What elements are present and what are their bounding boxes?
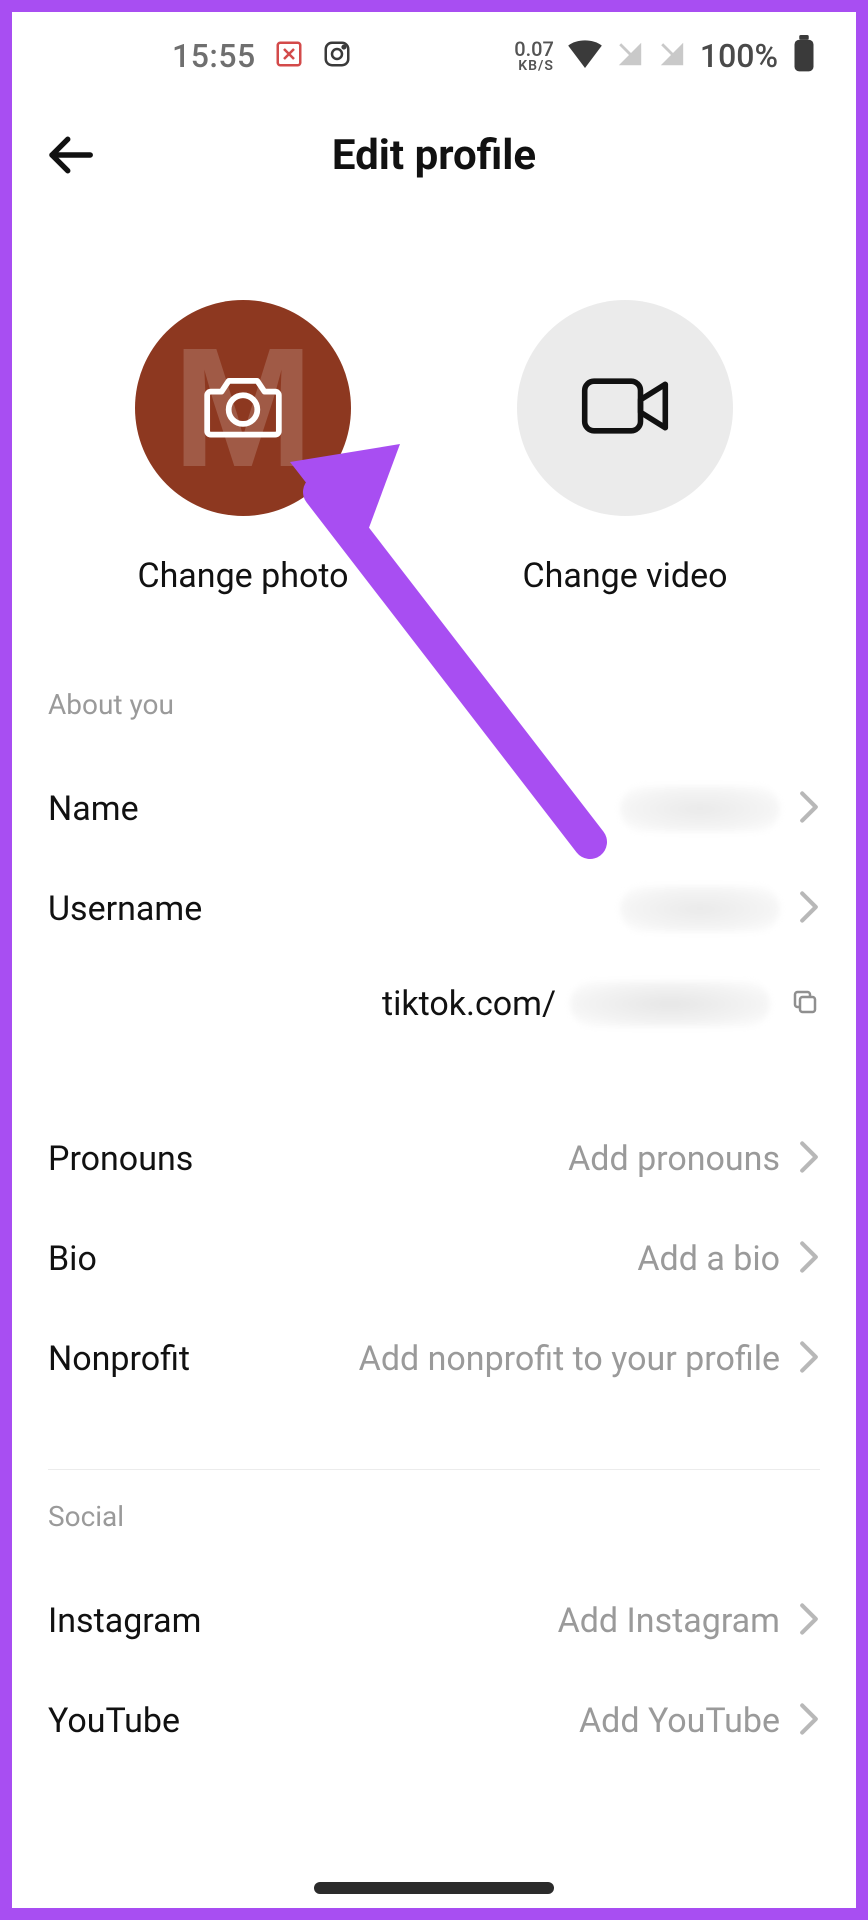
chevron-right-icon	[798, 1340, 820, 1378]
chevron-right-icon	[798, 1602, 820, 1640]
instagram-value: Add Instagram	[558, 1601, 780, 1641]
bio-label: Bio	[48, 1239, 97, 1279]
chevron-right-icon	[798, 790, 820, 828]
sim2-icon	[658, 40, 686, 72]
back-button[interactable]	[40, 125, 100, 185]
instagram-row[interactable]: Instagram Add Instagram	[48, 1571, 820, 1671]
sim1-icon	[616, 40, 644, 72]
change-photo-item[interactable]: M Change photo	[135, 300, 351, 596]
copy-icon[interactable]	[790, 987, 820, 1021]
social-section-header: Social	[48, 1500, 820, 1533]
page-title: Edit profile	[332, 131, 536, 180]
device-frame: 15:55 0.07 KB/S	[0, 0, 868, 1920]
battery-icon	[792, 35, 816, 77]
network-speed: 0.07 KB/S	[514, 39, 554, 73]
chevron-right-icon	[798, 890, 820, 928]
tiktok-link-row[interactable]: tiktok.com/	[48, 959, 820, 1049]
home-indicator[interactable]	[314, 1882, 554, 1894]
status-right: 0.07 KB/S 100%	[514, 35, 816, 77]
app-header: Edit profile	[12, 100, 856, 210]
pronouns-row[interactable]: Pronouns Add pronouns	[48, 1109, 820, 1209]
youtube-label: YouTube	[48, 1701, 180, 1741]
section-divider	[48, 1469, 820, 1470]
about-section: About you Name Username tiktok.com/	[12, 688, 856, 1409]
screenshot-icon	[274, 39, 304, 73]
name-value-redacted	[620, 786, 780, 832]
camera-icon	[200, 370, 286, 446]
status-bar: 15:55 0.07 KB/S	[12, 12, 856, 100]
change-photo-label: Change photo	[137, 556, 348, 596]
youtube-row[interactable]: YouTube Add YouTube	[48, 1671, 820, 1771]
media-row: M Change photo Change vid	[12, 300, 856, 596]
pronouns-value: Add pronouns	[568, 1139, 780, 1179]
video-circle[interactable]	[517, 300, 733, 516]
social-section: Social Instagram Add Instagram YouTube A…	[12, 1500, 856, 1771]
about-section-header: About you	[48, 688, 820, 721]
status-time: 15:55	[172, 37, 256, 75]
chevron-right-icon	[798, 1240, 820, 1278]
username-label: Username	[48, 889, 202, 929]
chevron-right-icon	[798, 1702, 820, 1740]
tiktok-url-prefix: tiktok.com/	[382, 984, 556, 1024]
nonprofit-value: Add nonprofit to your profile	[359, 1339, 780, 1379]
name-label: Name	[48, 789, 139, 829]
bio-row[interactable]: Bio Add a bio	[48, 1209, 820, 1309]
video-icon	[581, 375, 669, 441]
username-value-redacted	[620, 886, 780, 932]
youtube-value: Add YouTube	[579, 1701, 780, 1741]
chevron-right-icon	[798, 1140, 820, 1178]
bio-value: Add a bio	[637, 1239, 780, 1279]
nonprofit-label: Nonprofit	[48, 1339, 190, 1379]
change-video-label: Change video	[522, 556, 727, 596]
change-video-item[interactable]: Change video	[517, 300, 733, 596]
pronouns-label: Pronouns	[48, 1139, 193, 1179]
name-row[interactable]: Name	[48, 759, 820, 859]
battery-percent: 100%	[700, 37, 778, 75]
username-row[interactable]: Username	[48, 859, 820, 959]
status-left: 15:55	[172, 37, 352, 75]
tiktok-url-redacted	[570, 981, 770, 1027]
instagram-status-icon	[322, 39, 352, 73]
nonprofit-row[interactable]: Nonprofit Add nonprofit to your profile	[48, 1309, 820, 1409]
wifi-icon	[568, 40, 602, 72]
instagram-label: Instagram	[48, 1601, 201, 1641]
avatar-circle[interactable]: M	[135, 300, 351, 516]
